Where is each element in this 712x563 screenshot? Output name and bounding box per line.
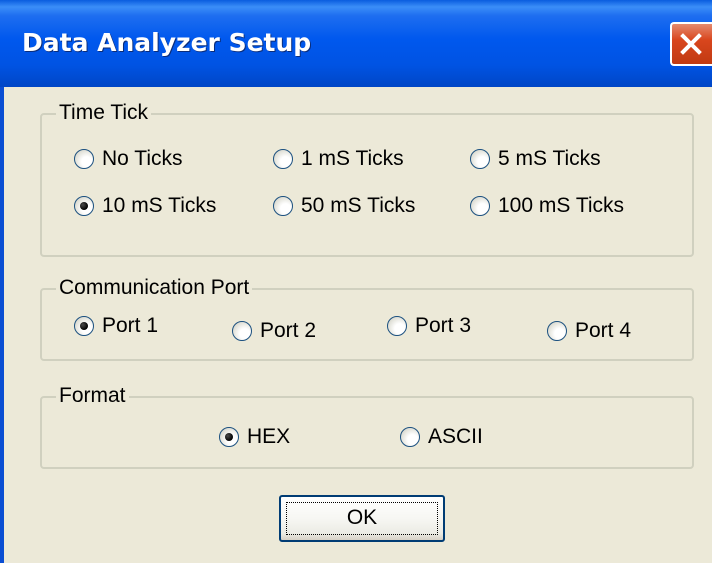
radio-label: Port 3 bbox=[415, 314, 472, 337]
radio-label: 100 mS Ticks bbox=[498, 194, 625, 217]
radio-button-icon[interactable] bbox=[273, 149, 293, 169]
close-button[interactable] bbox=[670, 22, 712, 66]
radio-button-icon[interactable] bbox=[74, 316, 94, 336]
radio-label: ASCII bbox=[428, 425, 483, 448]
radio-selected-dot bbox=[80, 322, 88, 330]
radio-button-icon[interactable] bbox=[387, 316, 407, 336]
format-group: Format bbox=[40, 383, 694, 469]
radio-label: 5 mS Ticks bbox=[498, 147, 601, 170]
communication-port-group-label: Communication Port bbox=[56, 275, 253, 301]
radio-button-icon[interactable] bbox=[547, 321, 567, 341]
radio-button-icon[interactable] bbox=[470, 196, 490, 216]
dialog-window: Data Analyzer Setup Time Tick No Ticks 1… bbox=[0, 0, 712, 563]
format-group-label: Format bbox=[56, 383, 129, 409]
radio-label: Port 4 bbox=[575, 319, 632, 342]
radio-selected-dot bbox=[80, 202, 88, 210]
title-bar[interactable]: Data Analyzer Setup bbox=[0, 0, 712, 87]
window-title: Data Analyzer Setup bbox=[22, 28, 312, 57]
window-frame-left bbox=[0, 87, 4, 563]
radio-label: 1 mS Ticks bbox=[301, 147, 404, 170]
radio-button-icon[interactable] bbox=[470, 149, 490, 169]
radio-label: No Ticks bbox=[102, 147, 183, 170]
radio-button-icon[interactable] bbox=[273, 196, 293, 216]
radio-button-icon[interactable] bbox=[219, 427, 239, 447]
radio-label: Port 2 bbox=[260, 319, 317, 342]
radio-label: 50 mS Ticks bbox=[301, 194, 416, 217]
radio-label: 10 mS Ticks bbox=[102, 194, 217, 217]
radio-button-icon[interactable] bbox=[232, 321, 252, 341]
radio-label: HEX bbox=[247, 425, 291, 448]
ok-button[interactable]: OK bbox=[279, 495, 445, 542]
close-x-icon bbox=[680, 33, 702, 55]
radio-button-icon[interactable] bbox=[74, 196, 94, 216]
radio-button-icon[interactable] bbox=[400, 427, 420, 447]
ok-button-label: OK bbox=[346, 506, 378, 529]
radio-label: Port 1 bbox=[102, 314, 159, 337]
radio-selected-dot bbox=[225, 433, 233, 441]
radio-button-icon[interactable] bbox=[74, 149, 94, 169]
time-tick-group-label: Time Tick bbox=[56, 100, 152, 126]
time-tick-group: Time Tick bbox=[40, 100, 694, 257]
